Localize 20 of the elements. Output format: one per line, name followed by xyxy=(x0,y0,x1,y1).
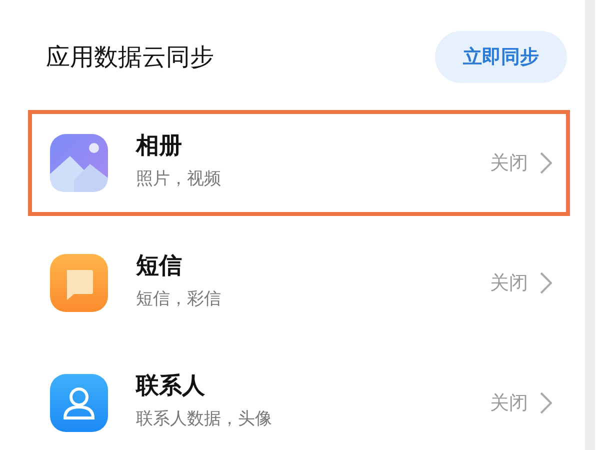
sync-now-button[interactable]: 立即同步 xyxy=(435,30,567,84)
item-title: 短信 xyxy=(136,253,183,282)
chat-bubble-icon xyxy=(50,254,108,312)
picture-icon xyxy=(50,134,108,192)
person-icon xyxy=(50,374,108,432)
sync-status: 关闭 xyxy=(490,150,528,176)
chevron-right-icon xyxy=(540,392,552,414)
item-title: 相册 xyxy=(136,133,183,162)
sync-row[interactable]: 联系人 联系人数据，头像 关闭 xyxy=(28,350,570,450)
section-title: 应用数据云同步 xyxy=(46,42,214,73)
sync-row[interactable]: 相册 照片，视频 关闭 xyxy=(28,110,570,216)
item-subtitle: 照片，视频 xyxy=(136,168,222,192)
item-subtitle: 短信，彩信 xyxy=(136,288,222,312)
sync-status: 关闭 xyxy=(490,390,528,416)
chevron-right-icon xyxy=(540,272,552,294)
chevron-right-icon xyxy=(540,152,552,174)
sync-status: 关闭 xyxy=(490,270,528,296)
item-title: 联系人 xyxy=(136,373,206,402)
item-subtitle: 联系人数据，头像 xyxy=(136,408,273,432)
sync-row[interactable]: 短信 短信，彩信 关闭 xyxy=(28,230,570,336)
